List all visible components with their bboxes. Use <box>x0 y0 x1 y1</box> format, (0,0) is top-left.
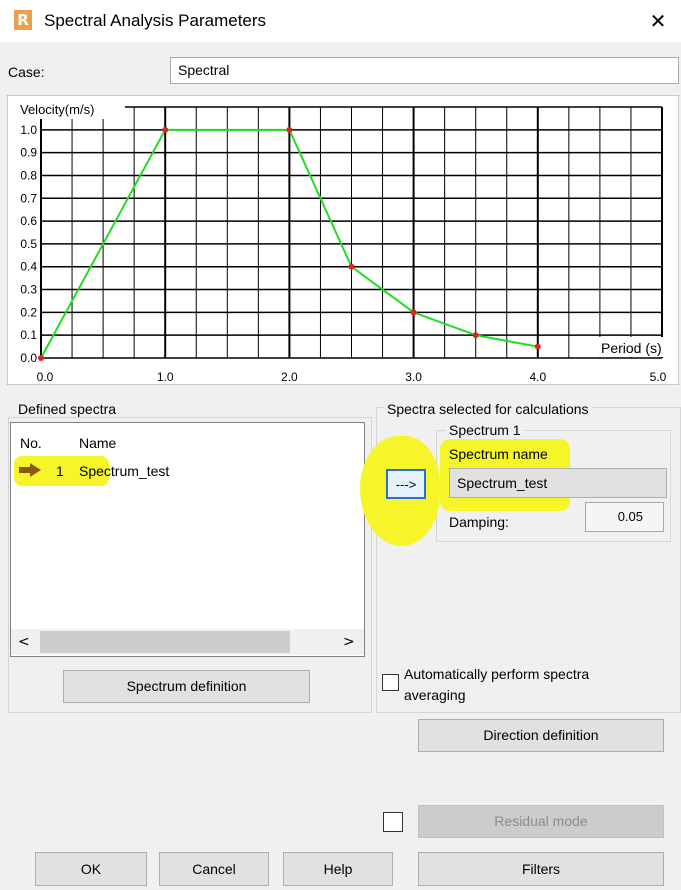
spectrum-name-value: Spectrum_test <box>457 475 548 491</box>
case-field[interactable]: Spectral <box>170 57 679 84</box>
y-tick-label: 0.8 <box>20 168 37 182</box>
scroll-left-icon[interactable]: < <box>18 633 30 651</box>
list-item[interactable]: 1 Spectrum_test <box>14 458 364 482</box>
data-point <box>472 332 479 339</box>
data-point <box>286 126 293 133</box>
arrow-right-icon <box>19 463 41 477</box>
x-tick-label: 1.0 <box>157 370 174 384</box>
column-header-name: Name <box>79 435 117 451</box>
data-point <box>38 355 44 361</box>
ok-button[interactable]: OK <box>35 852 147 886</box>
selected-spectra-title: Spectra selected for calculations <box>384 401 592 417</box>
x-tick-label: 2.0 <box>281 370 298 384</box>
close-button[interactable]: ✕ <box>640 4 676 38</box>
help-button[interactable]: Help <box>283 852 393 886</box>
spectrum-1-title: Spectrum 1 <box>446 422 524 438</box>
residual-mode-checkbox[interactable] <box>383 812 403 832</box>
data-point <box>534 343 541 350</box>
y-tick-label: 1.0 <box>20 123 37 137</box>
y-tick-label: 0.0 <box>20 351 37 365</box>
list-item-name: Spectrum_test <box>79 463 170 479</box>
x-tick-label: 5.0 <box>650 370 667 384</box>
data-point <box>410 309 417 316</box>
y-tick-label: 0.4 <box>20 260 37 274</box>
case-label: Case: <box>8 64 45 80</box>
y-tick-label: 0.1 <box>20 328 37 342</box>
data-point <box>162 126 169 133</box>
x-tick-label: 0.0 <box>37 370 54 384</box>
spectrum-name-label: Spectrum name <box>449 446 548 462</box>
app-logo-icon: R <box>14 10 32 30</box>
spectrum-name-field: Spectrum_test <box>449 468 667 498</box>
data-point <box>348 263 355 270</box>
filters-button[interactable]: Filters <box>418 852 664 886</box>
auto-averaging-label: Automatically perform spectra <box>404 666 590 682</box>
y-axis-title: Velocity(m/s) <box>20 102 94 117</box>
residual-mode-button[interactable]: Residual mode <box>418 805 664 838</box>
defined-spectra-title: Defined spectra <box>15 401 120 417</box>
column-header-no: No. <box>20 435 42 451</box>
x-tick-label: 3.0 <box>405 370 422 384</box>
x-axis-title: Period (s) <box>601 340 662 356</box>
y-tick-label: 0.2 <box>20 305 37 319</box>
auto-averaging-checkbox[interactable] <box>382 674 399 691</box>
add-spectrum-button[interactable]: ---> <box>386 469 426 499</box>
cancel-button[interactable]: Cancel <box>159 852 269 886</box>
y-tick-label: 0.9 <box>20 146 37 160</box>
list-item-no: 1 <box>56 463 64 479</box>
y-tick-label: 0.3 <box>20 283 37 297</box>
spectrum-definition-button[interactable]: Spectrum definition <box>63 670 310 703</box>
damping-field[interactable]: 0.05 <box>585 502 664 532</box>
x-tick-label: 4.0 <box>529 370 546 384</box>
scrollbar-thumb[interactable] <box>40 631 290 653</box>
direction-definition-button[interactable]: Direction definition <box>418 719 664 752</box>
y-tick-label: 0.5 <box>20 237 37 251</box>
damping-label: Damping: <box>449 514 509 530</box>
y-tick-label: 0.7 <box>20 191 37 205</box>
y-tick-label: 0.6 <box>20 214 37 228</box>
spectrum-chart: 0.00.10.20.30.40.50.60.70.80.91.01.10.01… <box>7 95 679 385</box>
auto-averaging-label-line2: averaging <box>404 687 466 703</box>
scroll-right-icon[interactable]: > <box>343 633 355 651</box>
window-title: Spectral Analysis Parameters <box>44 11 267 30</box>
